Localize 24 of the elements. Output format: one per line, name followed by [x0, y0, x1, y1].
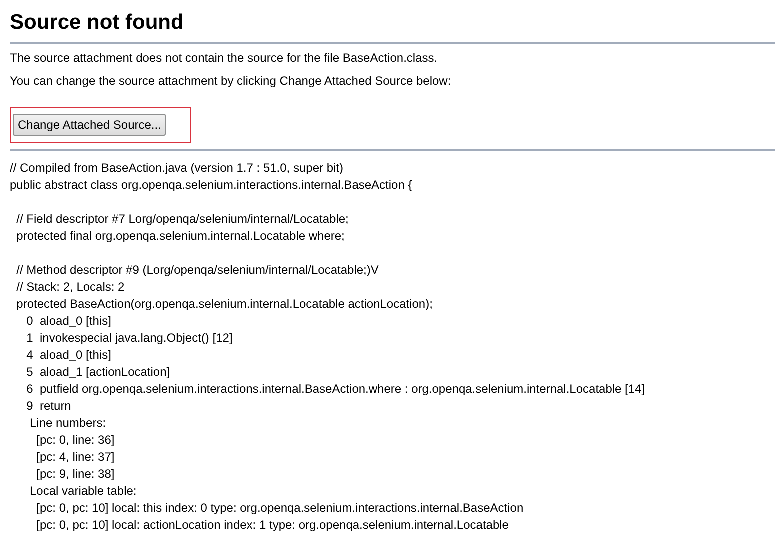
code-line: [pc: 4, line: 37] — [36, 449, 116, 466]
code-line: [pc: 0, pc: 10] local: this index: 0 type: org.openqa.selenium.interactions.internal.BaseAction — [36, 500, 525, 517]
message-text: You can change the source attachment by clicking Change Attached Source below: — [10, 73, 452, 90]
code-line: protected final org.openqa.selenium.internal.Locatable where; — [16, 228, 346, 245]
code-line: public abstract class org.openqa.selenium.interactions.internal.BaseAction { — [10, 177, 414, 194]
code-line: 9 return — [26, 398, 72, 415]
code-line: 5 aload_1 [actionLocation] — [26, 364, 172, 381]
code-line: 4 aload_0 [this] — [26, 347, 112, 364]
code-line: 1 invokespecial java.lang.Object() [12] — [26, 330, 234, 347]
code-line: Line numbers: — [29, 415, 108, 432]
code-line: [pc: 9, line: 38] — [36, 466, 116, 483]
code-line: [pc: 0, pc: 10] local: actionLocation index: 1 type: org.openqa.selenium.internal.Locatable — [36, 517, 510, 534]
code-line: [pc: 0, line: 36] — [36, 432, 116, 449]
code-line: // Compiled from BaseAction.java (version 1.7 : 51.0, super bit) — [10, 160, 344, 177]
message-text: The source attachment does not contain the source for the file BaseAction.class. — [10, 50, 439, 67]
code-line: protected BaseAction(org.openqa.selenium.internal.Locatable actionLocation); — [16, 296, 434, 313]
code-line: // Field descriptor #7 Lorg/openqa/selenium/internal/Locatable; — [16, 211, 350, 228]
page-title: Source not found — [10, 10, 185, 36]
code-line: 0 aload_0 [this] — [26, 313, 112, 330]
code-line: // Stack: 2, Locals: 2 — [16, 279, 126, 296]
code-line: Local variable table: — [29, 483, 138, 500]
change-source-button[interactable]: Change Attached Source... — [13, 114, 166, 136]
code-line: // Method descriptor #9 (Lorg/openqa/selenium/internal/Locatable;)V — [16, 262, 380, 279]
code-line: 6 putfield org.openqa.selenium.interactions.internal.BaseAction.where : org.openqa.selenium.internal.Locatable [14] — [26, 381, 646, 398]
